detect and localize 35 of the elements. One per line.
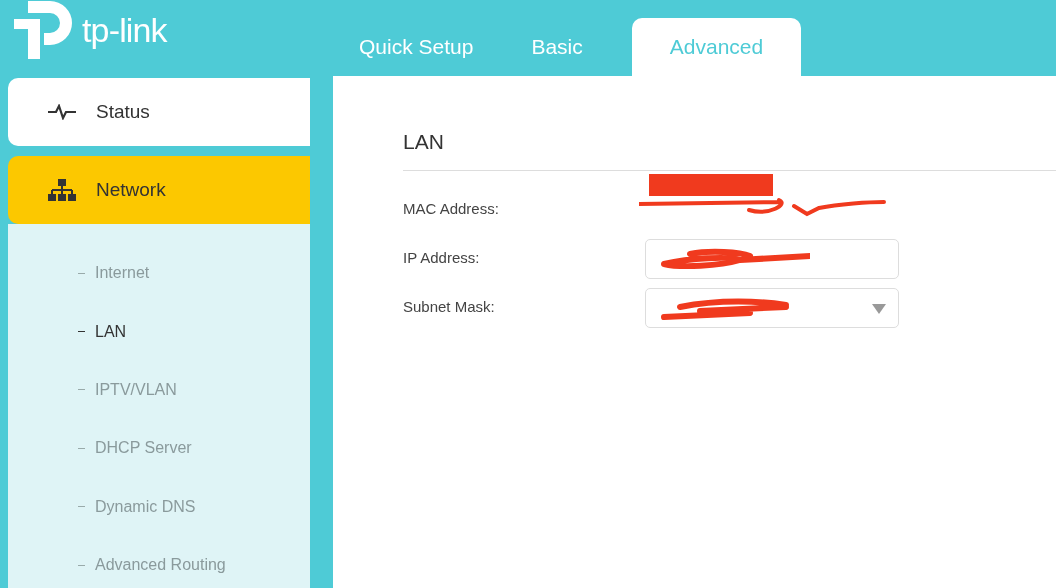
submenu-item[interactable]: Advanced Routing — [8, 535, 310, 588]
submenu-item[interactable]: Internet — [8, 244, 310, 303]
submenu-item[interactable]: DHCP Server — [8, 419, 310, 478]
dropdown-field[interactable] — [645, 287, 899, 328]
nav-tab[interactable]: Basic — [502, 18, 612, 76]
input-field[interactable] — [645, 238, 899, 279]
pulse-icon — [48, 104, 76, 120]
submenu-item[interactable]: LAN — [8, 302, 310, 361]
nav-tab[interactable]: Quick Setup — [330, 18, 503, 76]
submenu-label: Advanced Routing — [95, 555, 226, 576]
field-label: Subnet Mask: — [403, 297, 496, 318]
sidebar-item[interactable]: Network — [8, 156, 310, 224]
field-label: IP Address: — [403, 248, 481, 269]
field-label: MAC Address: — [403, 199, 500, 220]
network-icon — [48, 179, 76, 201]
logo-text: tp-link — [82, 13, 167, 47]
dash-icon — [78, 272, 85, 274]
dash-icon — [78, 564, 85, 566]
dash-icon — [78, 506, 85, 508]
submenu-label: IPTV/VLAN — [95, 379, 177, 400]
submenu-item[interactable]: Dynamic DNS — [8, 477, 310, 536]
submenu-label: LAN — [95, 321, 127, 342]
submenu-label: Dynamic DNS — [95, 496, 196, 517]
sidebar-item[interactable]: Status — [8, 78, 310, 146]
submenu-label: DHCP Server — [95, 438, 192, 459]
dash-icon — [78, 447, 85, 449]
caret-icon — [872, 303, 886, 314]
dash-icon — [78, 331, 85, 333]
section-title: LAN — [403, 126, 1056, 171]
sidebar-label: Status — [96, 99, 150, 124]
nav-tab[interactable]: Advanced — [631, 18, 802, 76]
sidebar-label: Network — [96, 177, 166, 202]
dash-icon — [78, 389, 85, 391]
submenu-item[interactable]: IPTV/VLAN — [8, 360, 310, 420]
submenu-label: Internet — [95, 263, 150, 284]
